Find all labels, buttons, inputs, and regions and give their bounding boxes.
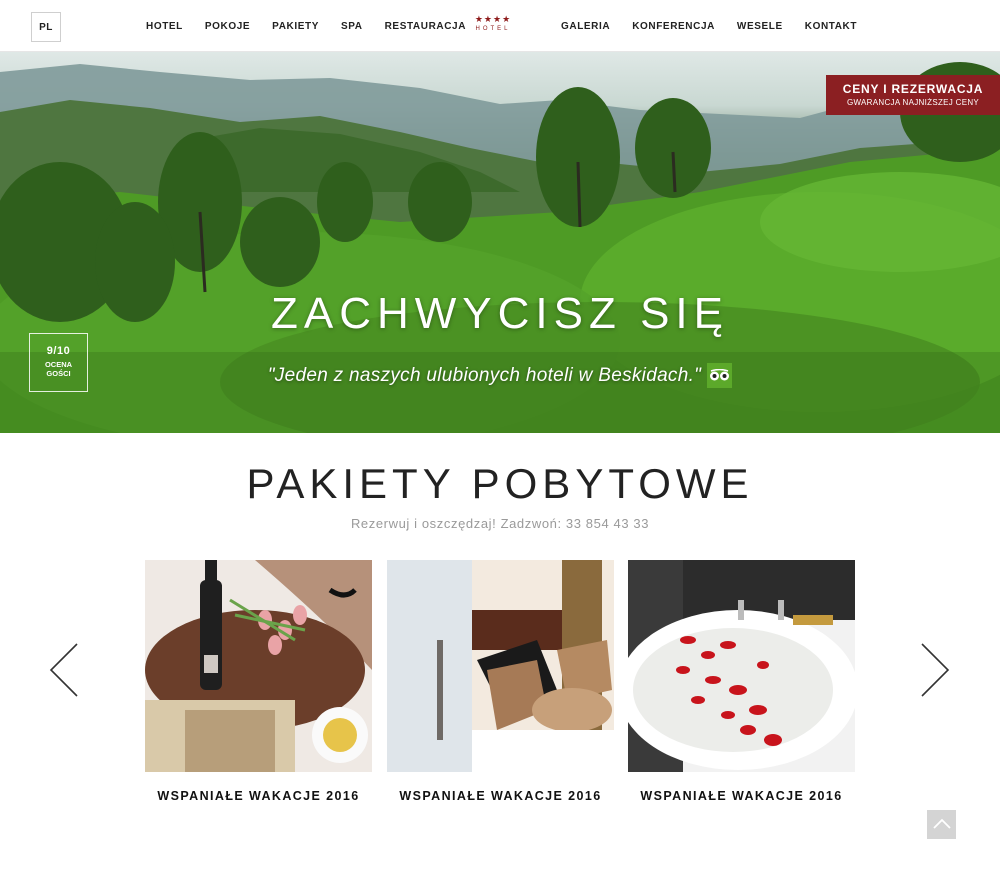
package-image-bedroom[interactable] (387, 560, 614, 772)
package-card[interactable]: WSPANIAŁE WAKACJE 2016 (145, 560, 372, 803)
rating-score: 9/10 (46, 345, 71, 357)
nav-item-hotel[interactable]: HOTEL (146, 21, 183, 32)
nav-item-spa[interactable]: SPA (341, 21, 363, 32)
hero-banner: CENY I REZERWACJA GWARANCJA NAJNIŻSZEJ C… (0, 52, 1000, 433)
booking-title: CENY I REZERWACJA (842, 82, 984, 96)
package-image-wine[interactable] (145, 560, 372, 772)
package-card[interactable]: WSPANIAŁE WAKACJE 2016 (628, 560, 855, 803)
rating-label-line1: OCENA (44, 360, 73, 369)
guest-rating-badge[interactable]: 9/10 OCENA GOŚCI (29, 333, 88, 392)
hero-quote: "Jeden z naszych ulubionych hoteli w Bes… (267, 364, 702, 386)
nav-item-kontakt[interactable]: KONTAKT (805, 21, 857, 32)
hero-quote-row: "Jeden z naszych ulubionych hoteli w Bes… (0, 363, 1000, 388)
rating-label-line2: GOŚCI (46, 369, 71, 378)
hero-title: ZACHWYCISZ SIĘ (270, 289, 730, 338)
chevron-up-icon (932, 816, 951, 834)
booking-button[interactable]: CENY I REZERWACJA GWARANCJA NAJNIŻSZEJ C… (826, 75, 1000, 115)
nav-item-pokoje[interactable]: POKOJE (205, 21, 250, 32)
nav-item-pakiety[interactable]: PAKIETY (272, 21, 319, 32)
package-label[interactable]: WSPANIAŁE WAKACJE 2016 (628, 789, 855, 803)
package-label[interactable]: WSPANIAŁE WAKACJE 2016 (145, 789, 372, 803)
nav-item-wesele[interactable]: WESELE (737, 21, 783, 32)
chevron-right-icon[interactable] (918, 642, 952, 698)
tripadvisor-owl-icon[interactable] (707, 363, 733, 388)
nav-item-restauracja[interactable]: RESTAURACJA (385, 21, 466, 32)
nav-item-galeria[interactable]: GALERIA (561, 21, 610, 32)
logo-stars: ★★★★ (474, 14, 512, 24)
package-label[interactable]: WSPANIAŁE WAKACJE 2016 (387, 789, 614, 803)
packages-subtitle: Rezerwuj i oszczędzaj! Zadzwoń: 33 854 4… (350, 516, 650, 531)
packages-title: PAKIETY POBYTOWE (246, 460, 754, 507)
main-nav-left: HOTEL POKOJE PAKIETY SPA RESTAURACJA (146, 0, 488, 52)
package-image-bath[interactable] (628, 560, 855, 772)
scroll-to-top-button[interactable] (927, 810, 956, 839)
language-switcher[interactable]: PL (31, 12, 61, 42)
chevron-left-icon[interactable] (47, 642, 81, 698)
main-nav-right: GALERIA KONFERENCJA WESELE KONTAKT (561, 0, 879, 52)
nav-item-konferencja[interactable]: KONFERENCJA (632, 21, 715, 32)
package-card[interactable]: WSPANIAŁE WAKACJE 2016 (387, 560, 614, 803)
hotel-logo[interactable]: ★★★★ HOTEL (462, 14, 524, 38)
booking-subtitle: GWARANCJA NAJNIŻSZEJ CENY (846, 98, 980, 107)
top-navigation-bar: PL HOTEL POKOJE PAKIETY SPA RESTAURACJA … (0, 0, 1000, 52)
logo-wordmark: HOTEL (475, 26, 511, 32)
